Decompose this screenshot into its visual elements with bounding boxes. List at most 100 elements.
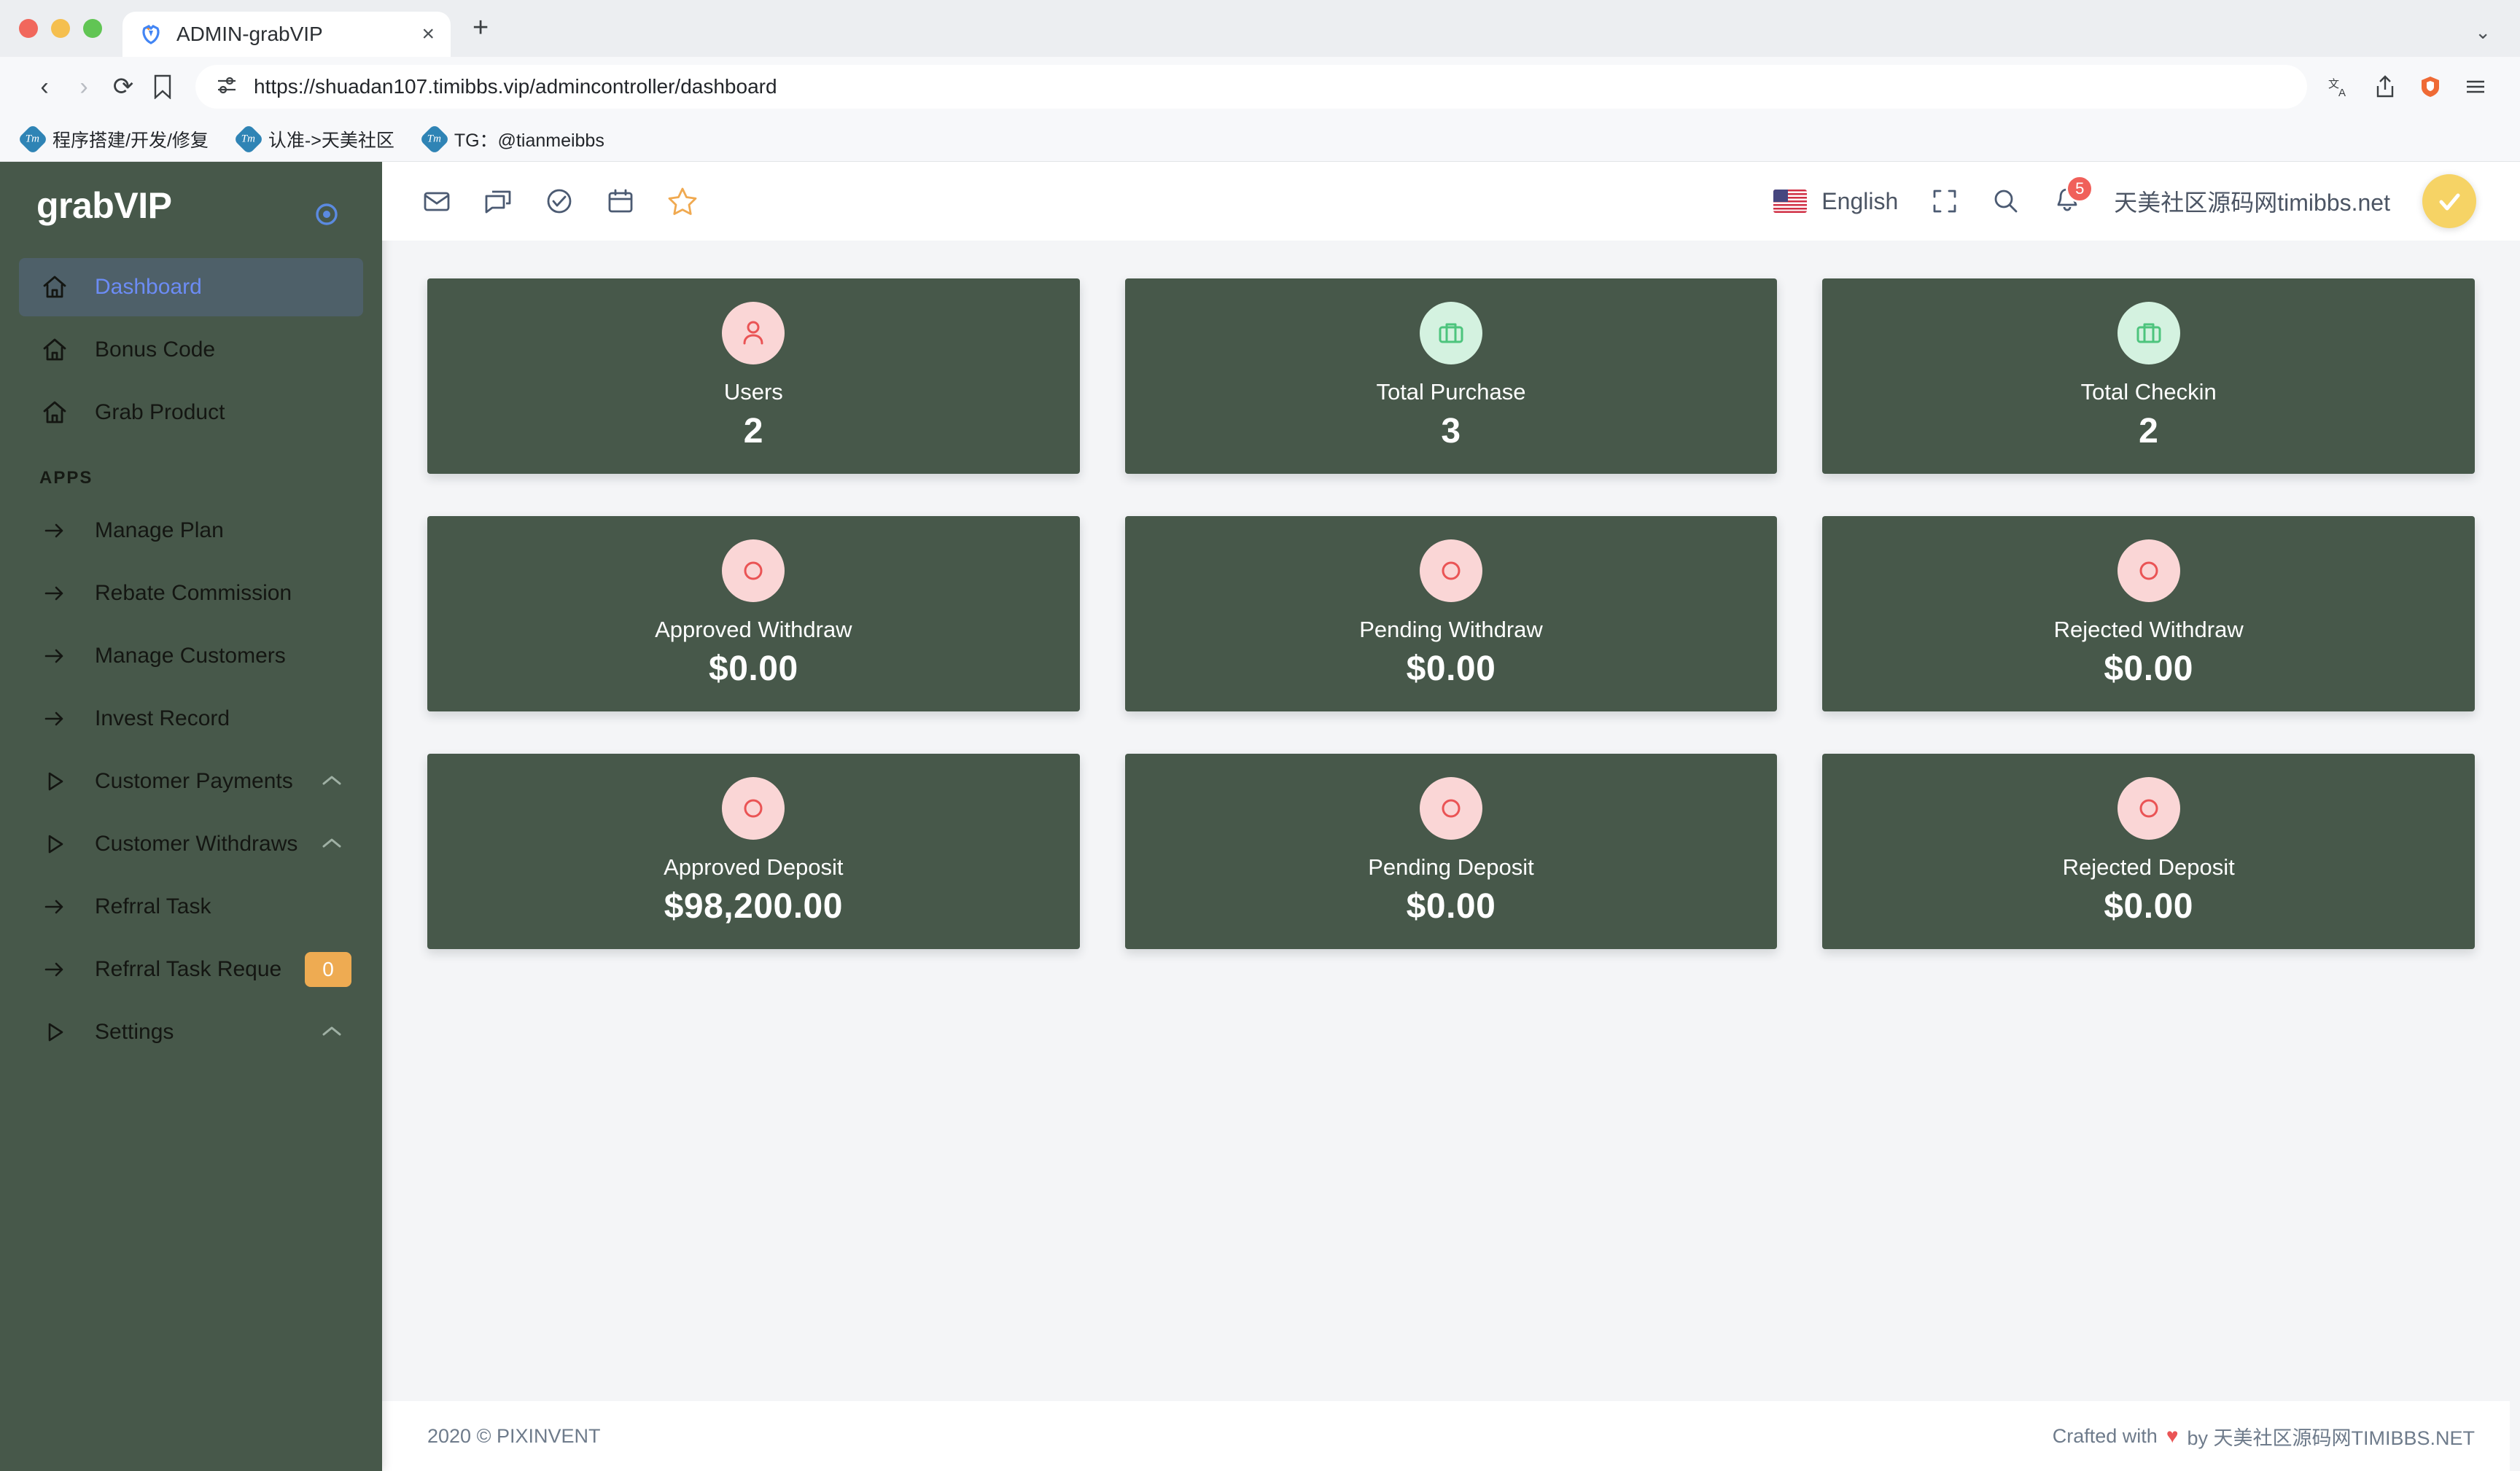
sidebar-item-label: Refrral Task xyxy=(95,894,211,918)
arrow-right-icon xyxy=(39,706,70,732)
stat-card-title: Pending Withdraw xyxy=(1359,616,1543,642)
tm-site-icon: Tm xyxy=(17,123,49,155)
stat-card-total-checkin[interactable]: Total Checkin 2 xyxy=(1822,278,2475,474)
browser-toolbar: ‹ › ⟳ https://shuadan107.timibbs.vip/adm… xyxy=(0,57,2520,117)
fullscreen-icon[interactable] xyxy=(1930,187,1959,216)
stat-card-value: 2 xyxy=(743,411,763,450)
stat-card-title: Total Checkin xyxy=(2080,378,2217,405)
crafted-by: Crafted with ♥ by 天美社区源码网TIMIBBS.NET xyxy=(2053,1422,2475,1451)
brave-shield-icon[interactable] xyxy=(2411,67,2450,106)
sidebar-item-rebate-commission[interactable]: Rebate Commission xyxy=(19,564,363,623)
close-window-button[interactable] xyxy=(19,19,38,38)
application-viewport: grabVIP Dashboard Bonus Code Grab Produc… xyxy=(0,162,2520,1471)
chevron-up-icon[interactable] xyxy=(321,835,343,854)
user-icon xyxy=(722,301,785,364)
browser-tab[interactable]: ADMIN-grabVIP × xyxy=(122,12,451,57)
us-flag-icon xyxy=(1773,190,1808,213)
stat-card-total-purchase[interactable]: Total Purchase 3 xyxy=(1124,278,1778,474)
sidebar-item-refrral-task-request[interactable]: Refrral Task Reque 0 xyxy=(19,940,363,999)
chevron-down-icon[interactable]: ⌄ xyxy=(2475,21,2491,44)
reload-button[interactable]: ⟳ xyxy=(104,67,143,106)
chevron-up-icon[interactable] xyxy=(321,1023,343,1042)
sidebar-item-manage-customers[interactable]: Manage Customers xyxy=(19,627,363,685)
back-button[interactable]: ‹ xyxy=(25,67,64,106)
briefcase-icon xyxy=(2117,301,2180,364)
stat-card-title: Users xyxy=(723,378,783,405)
triangle-right-icon xyxy=(39,831,70,857)
url-text[interactable]: https://shuadan107.timibbs.vip/admincont… xyxy=(254,75,777,98)
crafted-prefix: Crafted with xyxy=(2052,1424,2158,1447)
sidebar-item-refrral-task[interactable]: Refrral Task xyxy=(19,878,363,936)
mail-icon[interactable] xyxy=(421,186,452,216)
calendar-icon[interactable] xyxy=(605,186,636,216)
stat-card-rejected-deposit[interactable]: Rejected Deposit $0.00 xyxy=(1822,754,2475,949)
home-icon xyxy=(39,335,70,364)
tab-close-icon[interactable]: × xyxy=(421,23,435,45)
address-bar[interactable]: https://shuadan107.timibbs.vip/admincont… xyxy=(195,65,2307,109)
minimize-window-button[interactable] xyxy=(51,19,70,38)
stat-card-value: 3 xyxy=(1441,411,1461,450)
share-icon[interactable] xyxy=(2365,67,2405,106)
sidebar-item-dashboard[interactable]: Dashboard xyxy=(19,258,363,316)
triangle-right-icon xyxy=(39,768,70,795)
circle-dot-icon[interactable] xyxy=(311,198,343,234)
page-scrollbar[interactable] xyxy=(2510,162,2520,1471)
check-circle-icon[interactable] xyxy=(544,186,575,216)
sidebar-item-bonus-code[interactable]: Bonus Code xyxy=(19,321,363,379)
bookmark-item[interactable]: Tm TG：@tianmeibbs xyxy=(419,123,604,155)
maximize-window-button[interactable] xyxy=(83,19,102,38)
svg-text:A: A xyxy=(2338,87,2346,99)
stat-card-value: $98,200.00 xyxy=(664,886,843,926)
sidebar-item-grab-product[interactable]: Grab Product xyxy=(19,383,363,442)
stat-card-pending-deposit[interactable]: Pending Deposit $0.00 xyxy=(1124,754,1778,949)
stat-card-approved-deposit[interactable]: Approved Deposit $98,200.00 xyxy=(427,754,1080,949)
chat-icon[interactable] xyxy=(483,186,513,216)
arrow-right-icon xyxy=(39,894,70,920)
topbar-right-actions: English 5 天美社区源码网timibbs.net xyxy=(1773,174,2476,228)
sidebar-item-customer-payments[interactable]: Customer Payments xyxy=(19,752,363,811)
star-icon[interactable] xyxy=(666,185,699,217)
app-topbar: English 5 天美社区源码网timibbs.net xyxy=(382,162,2520,241)
forward-button[interactable]: › xyxy=(64,67,104,106)
stat-card-rejected-withdraw[interactable]: Rejected Withdraw $0.00 xyxy=(1822,516,2475,711)
bookmark-icon[interactable] xyxy=(143,67,182,106)
menu-icon[interactable] xyxy=(2456,67,2495,106)
user-name-label: 天美社区源码网timibbs.net xyxy=(2114,190,2390,216)
stat-card-title: Approved Deposit xyxy=(664,854,844,880)
sidebar-item-invest-record[interactable]: Invest Record xyxy=(19,690,363,748)
site-settings-icon[interactable] xyxy=(216,74,238,100)
avatar[interactable] xyxy=(2422,174,2476,228)
bookmark-item[interactable]: Tm 程序搭建/开发/修复 xyxy=(17,123,209,155)
main-region: English 5 天美社区源码网timibbs.net Users 2 Tot… xyxy=(382,162,2520,1471)
topbar-quick-actions xyxy=(421,185,699,217)
sidebar-item-customer-withdraws[interactable]: Customer Withdraws xyxy=(19,815,363,873)
search-icon[interactable] xyxy=(1991,187,2021,216)
sidebar: grabVIP Dashboard Bonus Code Grab Produc… xyxy=(0,162,382,1471)
sidebar-item-label: Bonus Code xyxy=(95,337,216,362)
arrow-right-icon xyxy=(39,580,70,606)
notifications-button[interactable]: 5 xyxy=(2053,174,2094,218)
tm-site-icon: Tm xyxy=(233,123,265,155)
language-selector[interactable]: English xyxy=(1773,188,1898,215)
stat-card-value: $0.00 xyxy=(709,649,798,688)
bookmarks-bar: Tm 程序搭建/开发/修复 Tm 认准->天美社区 Tm TG：@tianmei… xyxy=(0,117,2520,162)
svg-text:文: 文 xyxy=(2328,78,2339,90)
stat-card-users[interactable]: Users 2 xyxy=(427,278,1080,474)
sidebar-item-label: Grab Product xyxy=(95,400,225,424)
sidebar-item-label: Invest Record xyxy=(95,706,230,730)
circle-icon xyxy=(2117,776,2180,840)
sidebar-item-label: Dashboard xyxy=(95,275,202,299)
stat-card-title: Rejected Withdraw xyxy=(2053,616,2244,642)
bookmark-item[interactable]: Tm 认准->天美社区 xyxy=(233,123,394,155)
sidebar-item-manage-plan[interactable]: Manage Plan xyxy=(19,502,363,560)
new-tab-button[interactable]: + xyxy=(472,12,489,57)
stat-card-value: 2 xyxy=(2139,411,2159,450)
status-badge: 0 xyxy=(305,952,351,987)
tab-strip: ADMIN-grabVIP × + ⌄ xyxy=(0,0,2520,57)
translate-icon[interactable]: 文 A xyxy=(2320,67,2360,106)
chevron-up-icon[interactable] xyxy=(321,772,343,791)
stat-card-pending-withdraw[interactable]: Pending Withdraw $0.00 xyxy=(1124,516,1778,711)
bookmark-label: 认准->天美社区 xyxy=(268,130,394,151)
sidebar-item-settings[interactable]: Settings xyxy=(19,1003,363,1061)
stat-card-approved-withdraw[interactable]: Approved Withdraw $0.00 xyxy=(427,516,1080,711)
